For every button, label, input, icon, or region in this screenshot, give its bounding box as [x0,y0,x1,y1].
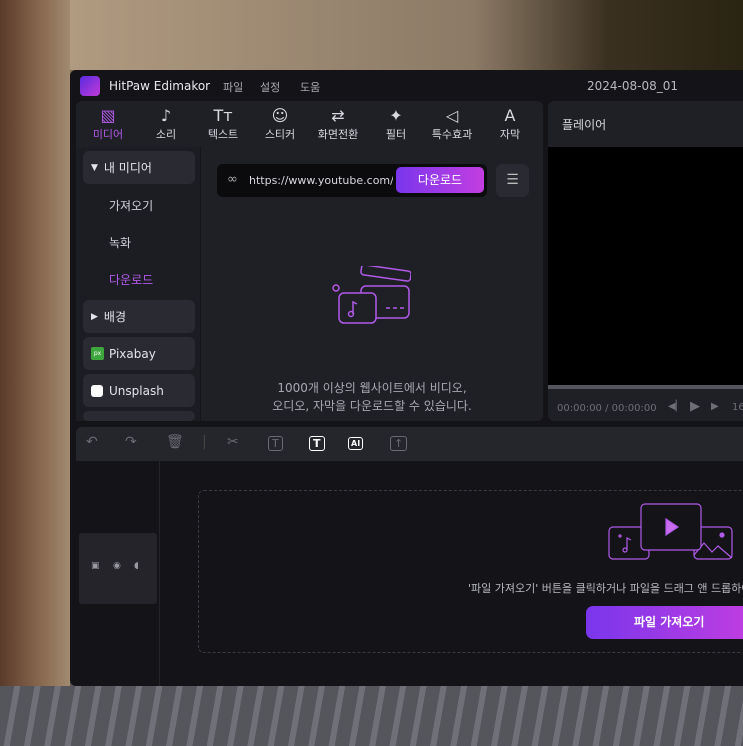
caret-right-icon: ▶ [91,311,98,322]
video-preview [548,147,743,385]
tab-audio[interactable]: ♪ 소리 [136,106,196,142]
sticker-icon: ☺ [271,106,289,125]
delete-icon[interactable]: 🗑 [166,434,184,450]
tab-transition[interactable]: ⇄ 화면전환 [308,106,368,142]
background-photo-left [0,0,70,746]
progress-bar[interactable] [548,385,743,389]
title-bar: HitPaw Edimakor 파일 설정 도움 2024-08-08_01 [70,70,743,101]
drop-hint: '파일 가져오기' 버튼을 클릭하거나 파일을 드래그 앤 드롭하여 [468,582,743,595]
app-window: HitPaw Edimakor 파일 설정 도움 2024-08-08_01 ▧… [70,70,743,686]
sidebar-item-unsplash[interactable]: Unsplash [83,374,195,407]
prev-frame-icon[interactable]: ◀▏ [668,401,683,412]
link-icon: ∞ [227,172,238,187]
tab-effects[interactable]: ◁ 특수효과 [422,106,482,142]
effect-icon: ◁ [445,106,459,125]
lock-icon[interactable]: ▣ [91,561,100,571]
download-description: 1000개 이상의 웹사이트에서 비디오, 오디오, 자막을 다운로드할 수 있습… [272,381,472,413]
sparkle-icon: ✦ [389,106,403,125]
sidebar-item-more[interactable] [83,411,195,421]
app-name: HitPaw Edimakor [109,79,211,93]
tab-label: 스티커 [264,128,296,141]
cut-icon[interactable]: ✂ [227,434,239,450]
menu-help[interactable]: 도움 [300,79,320,95]
unsplash-logo-icon [91,384,103,397]
caret-down-icon: ▼ [91,162,98,173]
sidebar-item-background[interactable]: ▶ 배경 [83,300,195,333]
next-frame-icon[interactable]: ▶ [711,401,719,412]
player-panel: 플레이어 00:00:00 / 00:00:00 ◀▏ ▶ ▶ 16 [548,101,743,421]
undo-icon[interactable]: ↶ [86,434,98,450]
download-illustration-icon [332,266,411,324]
eye-icon[interactable]: ◉ [113,561,121,571]
tab-label: 화면전환 [317,128,359,141]
add-text-icon[interactable]: T [268,436,283,451]
time-display: 00:00:00 / 00:00:00 [557,403,657,414]
tab-label: 미디어 [92,128,124,141]
tab-label: 텍스트 [207,128,239,141]
tab-media[interactable]: ▧ 미디어 [78,106,138,142]
background-photo-top [70,0,743,70]
import-file-button[interactable]: 파일 가져오기 [586,606,743,639]
tab-label: 소리 [155,128,177,141]
track-divider [159,461,160,686]
player-title: 플레이어 [562,118,607,132]
music-note-icon: ♪ [160,106,172,125]
transition-icon: ⇄ [331,106,345,125]
sidebar-item-my-media[interactable]: ▼ 내 미디어 [83,151,195,184]
sidebar-item-record[interactable]: 녹화 [109,234,131,251]
background-cobblestones [0,686,743,746]
menu-file[interactable]: 파일 [223,79,243,95]
sort-icon[interactable]: ☰ [496,164,529,197]
export-clip-icon[interactable]: ↑ [390,436,408,451]
media-panel: ▧ 미디어 ♪ 소리 Tт 텍스트 ☺ 스티커 ⇄ 화면전환 ✦ 필터 ◁ 특수효과 A 자막 … [76,101,543,421]
sidebar-item-pixabay[interactable]: px Pixabay [83,337,195,370]
tab-text[interactable]: Tт 텍스트 [193,106,253,142]
media-icon: ▧ [100,106,116,125]
sidebar-item-download[interactable]: 다운로드 [109,271,153,288]
tab-sticker[interactable]: ☺ 스티커 [250,106,310,142]
divider: | [202,434,207,450]
tab-label: 자막 [499,128,521,141]
speaker-icon[interactable]: ◖ [134,561,139,571]
redo-icon[interactable]: ↷ [125,434,137,450]
speed-value[interactable]: 16 [732,402,743,413]
tab-subtitle[interactable]: A 자막 [480,106,540,142]
play-icon[interactable]: ▶ [690,399,700,414]
track-header: ▣ ◉ ◖ [79,533,157,604]
sidebar-item-import[interactable]: 가져오기 [109,197,153,214]
pixabay-logo-icon: px [91,347,104,360]
text-icon: Tт [213,106,233,125]
tab-filter[interactable]: ✦ 필터 [366,106,426,142]
menu-settings[interactable]: 설정 [260,79,280,95]
tab-label: 필터 [385,128,407,141]
tab-label: 특수효과 [431,128,473,141]
media-files-illustration-icon [608,503,733,560]
ai-subtitle-icon[interactable]: AI [348,437,364,450]
project-name: 2024-08-08_01 [587,79,679,93]
app-logo [80,76,100,96]
download-button[interactable]: 다운로드 [396,167,484,193]
subtitle-icon: A [504,106,516,125]
text-tool-icon[interactable]: T [309,436,325,451]
